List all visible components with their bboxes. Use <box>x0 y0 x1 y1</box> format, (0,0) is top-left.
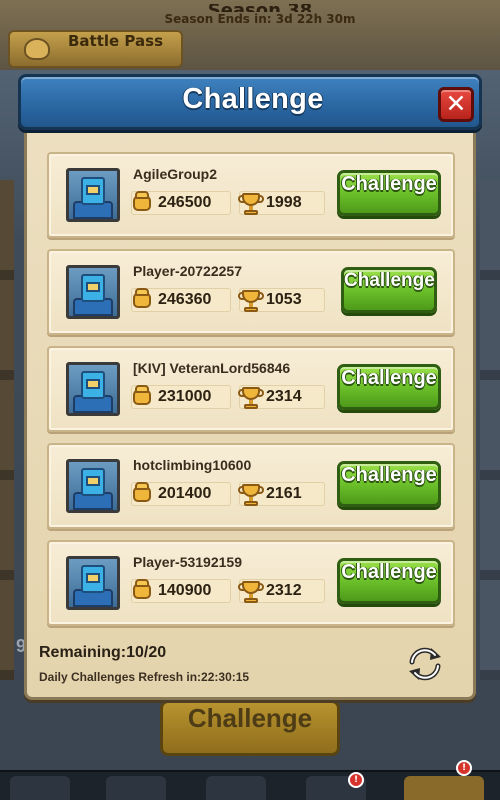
modal-body: AgileGroup2 246500 1998 Challenge Player… <box>24 126 476 700</box>
opponent-card: [KIV] VeteranLord56846 231000 2314 Chall… <box>47 346 455 432</box>
trophy-icon <box>238 189 264 217</box>
battle-pass-crown-icon <box>24 38 50 60</box>
nav-mail-badge: ! <box>348 772 364 788</box>
opponent-avatar <box>66 168 120 222</box>
trophy-value: 2314 <box>266 388 302 405</box>
trophy-value: 2312 <box>266 582 302 599</box>
modal-title: Challenge <box>182 83 324 115</box>
background-right-edge <box>480 180 500 680</box>
opponent-avatar <box>66 459 120 513</box>
power-fist-icon <box>130 577 156 605</box>
challenge-button[interactable]: Challenge <box>337 461 441 507</box>
background-left-edge <box>0 180 14 680</box>
power-value: 231000 <box>158 388 212 405</box>
opponent-name: hotclimbing10600 <box>133 457 252 473</box>
power-value: 201400 <box>158 485 212 502</box>
opponent-power: 246500 <box>131 191 231 215</box>
opponent-trophies: 2314 <box>238 383 325 411</box>
opponent-card: Player-20722257 246360 1053 Challenge <box>47 249 455 335</box>
opponent-name: AgileGroup2 <box>133 166 218 182</box>
trophy-value: 1998 <box>266 194 302 211</box>
opponent-name: [KIV] VeteranLord56846 <box>133 360 291 376</box>
opponent-card: hotclimbing10600 201400 2161 Challenge <box>47 443 455 529</box>
opponent-power: 140900 <box>131 579 231 603</box>
opponent-card: AgileGroup2 246500 1998 Challenge <box>47 152 455 238</box>
challenge-modal: AgileGroup2 246500 1998 Challenge Player… <box>18 74 482 700</box>
season-info: Season 38 Season Ends in: 3d 22h 30m <box>150 0 370 26</box>
nav-tab-world <box>10 776 70 800</box>
season-title: Season 38 <box>150 4 370 12</box>
opponent-power: 231000 <box>131 385 231 409</box>
trophy-icon <box>238 383 264 411</box>
power-value: 246500 <box>158 194 212 211</box>
battle-pass-label: Battle Pass <box>68 32 164 50</box>
opponent-name: Player-20722257 <box>133 263 242 279</box>
power-fist-icon <box>130 189 156 217</box>
challenge-button[interactable]: Challenge <box>337 170 441 216</box>
background-challenge-button: Challenge <box>160 700 340 756</box>
power-fist-icon <box>130 383 156 411</box>
opponent-trophies: 1053 <box>238 286 325 314</box>
opponent-name: Player-53192159 <box>133 554 242 570</box>
opponent-avatar <box>66 556 120 610</box>
remaining-challenges: Remaining:10/20 <box>39 644 167 661</box>
trophy-value: 1053 <box>266 291 302 308</box>
nav-tab-arena <box>404 776 484 800</box>
trophy-icon <box>238 286 264 314</box>
battle-pass-button: Battle Pass <box>8 30 183 68</box>
challenge-button[interactable]: Challenge <box>337 558 441 604</box>
opponent-power: 246360 <box>131 288 231 312</box>
refresh-icon <box>409 647 441 681</box>
challenge-button[interactable]: Challenge <box>341 267 437 313</box>
close-button[interactable]: ✕ <box>438 87 474 122</box>
power-value: 140900 <box>158 582 212 599</box>
trophy-icon <box>238 480 264 508</box>
refresh-timer: Daily Challenges Refresh in:22:30:15 <box>39 670 250 684</box>
opponent-trophies: 2312 <box>238 577 325 605</box>
nav-tab-castle <box>106 776 166 800</box>
modal-header: Challenge ✕ <box>18 74 482 130</box>
opponent-power: 201400 <box>131 482 231 506</box>
opponent-trophies: 1998 <box>238 189 325 217</box>
trophy-value: 2161 <box>266 485 302 502</box>
power-fist-icon <box>130 480 156 508</box>
bottom-nav-bar: ! ! <box>0 760 500 800</box>
refresh-button[interactable] <box>404 644 446 684</box>
nav-arena-badge: ! <box>456 760 472 776</box>
season-ends-text: Season Ends in: 3d 22h 30m <box>164 12 356 26</box>
power-value: 246360 <box>158 291 212 308</box>
opponent-avatar <box>66 362 120 416</box>
nav-tab-battle <box>206 776 266 800</box>
challenge-button[interactable]: Challenge <box>337 364 441 410</box>
power-fist-icon <box>130 286 156 314</box>
trophy-icon <box>238 577 264 605</box>
opponent-card: Player-53192159 140900 2312 Challenge <box>47 540 455 626</box>
opponent-avatar <box>66 265 120 319</box>
opponent-trophies: 2161 <box>238 480 325 508</box>
close-x-icon: ✕ <box>445 89 467 118</box>
